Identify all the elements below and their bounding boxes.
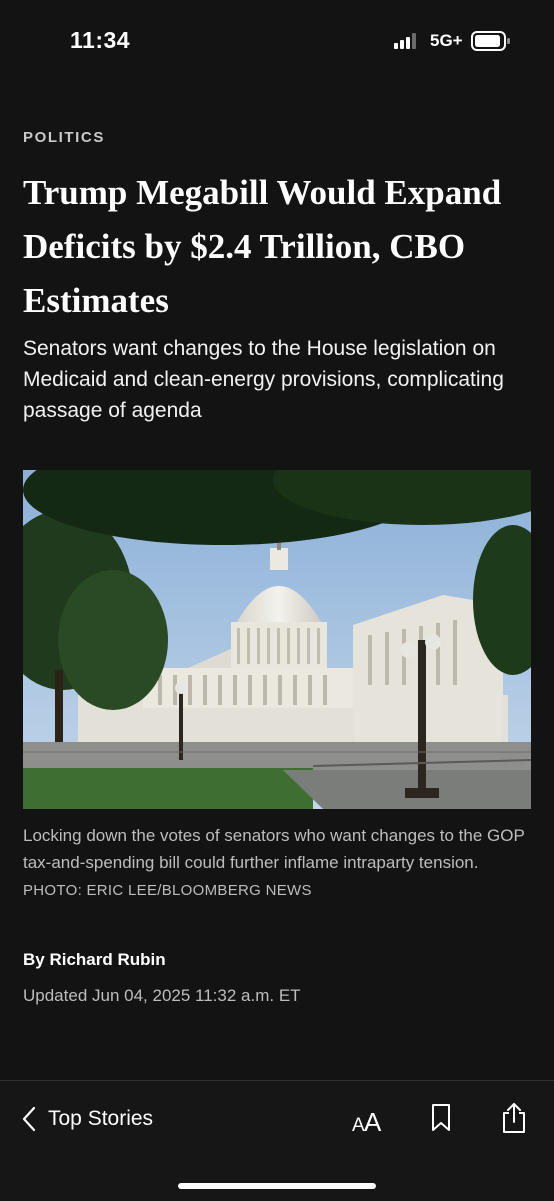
capitol-building-illustration: [23, 470, 531, 809]
back-to-top-stories-button[interactable]: Top Stories: [22, 1101, 153, 1137]
signal-bars-icon: [394, 33, 416, 49]
article-photo-capitol[interactable]: [23, 470, 531, 809]
text-size-icon[interactable]: A A: [351, 1103, 385, 1135]
bottom-toolbar: Top Stories A A: [0, 1080, 554, 1201]
battery-icon: [471, 31, 510, 51]
share-icon[interactable]: [501, 1101, 527, 1135]
author-byline[interactable]: By Richard Rubin: [23, 950, 166, 970]
article-headline: Trump Megabill Would Expand Deficits by …: [23, 173, 502, 320]
updated-timestamp: Updated Jun 04, 2025 11:32 a.m. ET: [23, 986, 301, 1005]
photo-credit: PHOTO: ERIC LEE/BLOOMBERG NEWS: [23, 882, 312, 899]
photo-caption: Locking down the votes of senators who w…: [23, 822, 533, 904]
section-label[interactable]: POLITICS: [23, 129, 105, 146]
caption-text: Locking down the votes of senators who w…: [23, 826, 525, 872]
chevron-left-icon: [22, 1106, 36, 1132]
article-dek: Senators want changes to the House legis…: [23, 337, 504, 422]
status-time: 11:34: [70, 27, 131, 53]
svg-text:A: A: [364, 1107, 382, 1135]
bookmark-icon[interactable]: [430, 1103, 452, 1133]
network-type: 5G+: [430, 31, 463, 50]
home-indicator: [178, 1183, 376, 1189]
back-button-label: Top Stories: [48, 1107, 154, 1130]
status-bar: 11:34 5G+: [0, 0, 554, 84]
